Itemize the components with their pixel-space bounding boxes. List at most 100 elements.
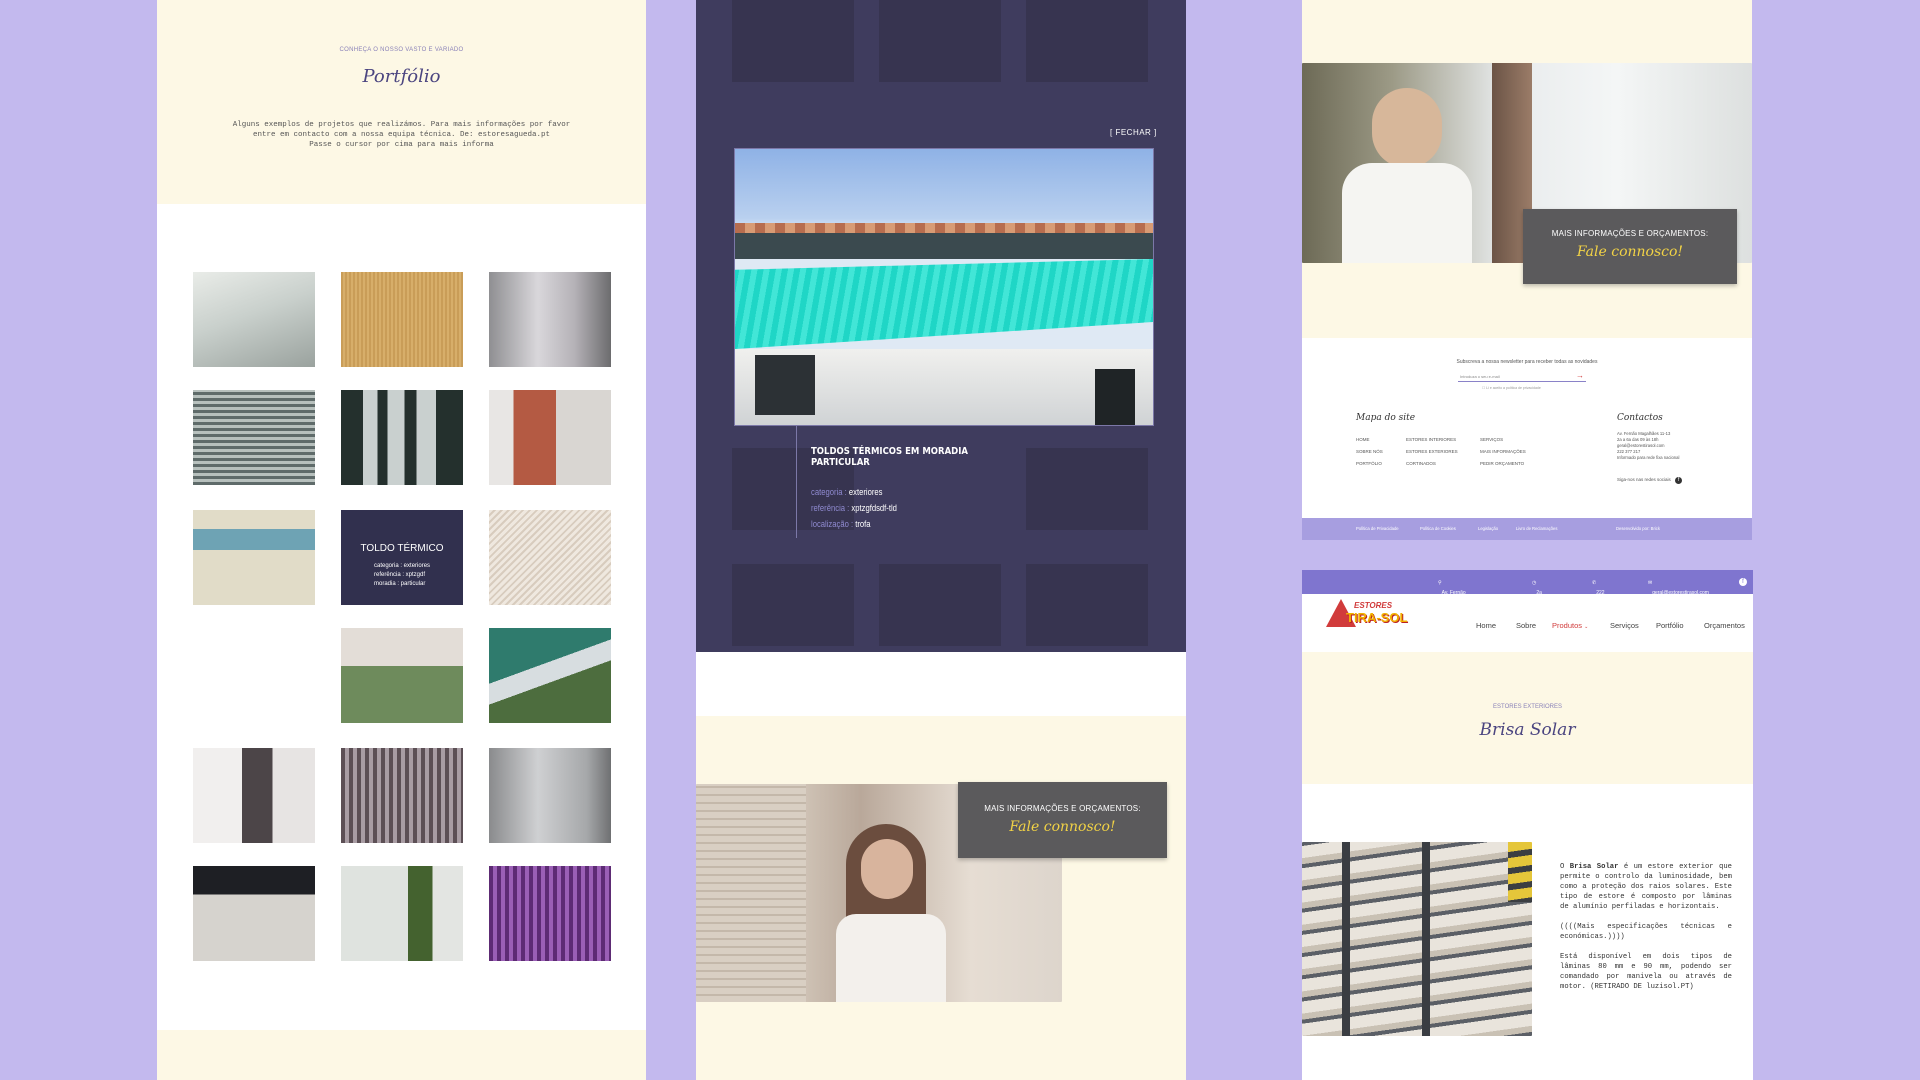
portfolio-thumb-green-awning[interactable] [489, 628, 611, 723]
sitemap-link[interactable]: HOME [1356, 434, 1383, 446]
value: xptzgfdsdf-tld [851, 503, 897, 513]
backdrop-thumb [1026, 564, 1148, 646]
credit-link[interactable]: Desenvolvido por: Brick [1616, 526, 1660, 531]
backdrop-thumb [732, 564, 854, 646]
sitemap-col-2: ESTORES INTERIORES ESTORES EXTERIORES CO… [1406, 434, 1458, 470]
top-info-bar: ⚲ Av. Fernão Magalhães, 11-13 ◷ 2a a 6a … [1302, 570, 1753, 620]
lightbox-image [734, 148, 1154, 426]
portfolio-title: Portfólio [362, 66, 441, 87]
nav-produtos[interactable]: Produtos ⌄ [1552, 621, 1588, 630]
hover-line: moradia : particular [374, 581, 426, 587]
nav-sobre[interactable]: Sobre [1516, 621, 1536, 630]
portfolio-thumb-grey-blind[interactable] [489, 748, 611, 843]
cta-section: MAIS INFORMAÇÕES E ORÇAMENTOS: Fale conn… [1302, 0, 1752, 338]
cta-box[interactable]: MAIS INFORMAÇÕES E ORÇAMENTOS: Fale conn… [1523, 209, 1737, 284]
logo-text-top: ESTORES [1354, 601, 1393, 610]
portfolio-kicker: CONHEÇA O NOSSO VASTO E VARIADO [339, 47, 464, 53]
newsletter-privacy-checkbox[interactable]: ☐ Li e aceito a política de privacidade [1482, 386, 1541, 390]
newsletter-placeholder: Introduza o seu e-mail [1460, 374, 1500, 379]
nav-home[interactable]: Home [1476, 621, 1496, 630]
text: O [1560, 863, 1570, 871]
product-page-mockup: ⚲ Av. Fernão Magalhães, 11-13 ◷ 2a a 6a … [1302, 570, 1753, 1080]
lightbox-category: categoria : exteriores [811, 484, 1002, 500]
footer-page-mockup: MAIS INFORMAÇÕES E ORÇAMENTOS: Fale conn… [1302, 0, 1752, 540]
value: exteriores [848, 487, 883, 497]
legal-link[interactable]: Política de Cookies [1420, 526, 1456, 531]
desc-line: Passe o cursor por cima para mais inform… [309, 141, 494, 149]
portfolio-thumb-living-room[interactable] [193, 272, 315, 367]
sitemap-link[interactable]: ESTORES EXTERIORES [1406, 446, 1458, 458]
cta-box[interactable]: MAIS INFORMAÇÕES E ORÇAMENTOS: Fale conn… [958, 782, 1167, 858]
portfolio-thumb-rolling-shutter[interactable] [193, 390, 315, 485]
sitemap-link[interactable]: SERVIÇOS [1480, 434, 1526, 446]
sitemap-col-3: SERVIÇOS MAIS INFORMAÇÕES PEDIR ORÇAMENT… [1480, 434, 1526, 470]
sitemap-link[interactable]: PORTFÓLIO [1356, 458, 1383, 470]
label: referência : [811, 503, 850, 513]
nav-portfolio[interactable]: Portfólio [1656, 621, 1684, 630]
desc-line: entre em contacto com a nossa equipa téc… [252, 131, 551, 139]
portfolio-thumb-exterior-wall[interactable] [193, 510, 315, 605]
hover-title: TOLDO TÉRMICO [360, 543, 444, 554]
newsletter-text: Subscreva a nossa newsletter para recebe… [1456, 359, 1598, 365]
portfolio-thumb-blackout-blind[interactable] [193, 866, 315, 961]
sitemap-col-1: HOME SOBRE NÓS PORTFÓLIO [1356, 434, 1383, 470]
topbar-item: ✆ 222 377 217 [1592, 580, 1605, 608]
sitemap-link[interactable]: SOBRE NÓS [1356, 446, 1383, 458]
portfolio-thumb-facade[interactable] [489, 390, 611, 485]
portfolio-thumb-sheer-curtains[interactable] [341, 748, 463, 843]
facebook-icon[interactable]: f [1675, 477, 1683, 484]
sitemap-link[interactable]: MAIS INFORMAÇÕES [1480, 446, 1526, 458]
arrow-right-icon[interactable]: → [1576, 371, 1584, 380]
portfolio-thumb-striped-awning[interactable] [193, 628, 315, 723]
backdrop-thumb [1026, 0, 1148, 82]
social-row: Siga-nos nas redes sociais f [1617, 477, 1683, 484]
lightbox-close-button[interactable]: [ FECHAR ] [1110, 128, 1157, 137]
sitemap-link[interactable]: ESTORES INTERIORES [1406, 434, 1458, 446]
portfolio-description: Alguns exemplos de projetos que realizám… [217, 120, 586, 150]
contact-line: Informado para rede fixa nacional [1617, 455, 1680, 460]
portfolio-thumb-curtain-grey[interactable] [193, 748, 315, 843]
product-description: O Brisa Solar é um estore exterior que p… [1560, 862, 1732, 1002]
legal-link[interactable]: Política de Privacidade [1356, 526, 1399, 531]
product-kicker: ESTORES EXTERIORES [1493, 704, 1562, 710]
product-photo-louvres [1302, 842, 1532, 1036]
legal-link[interactable]: Legislação [1478, 526, 1498, 531]
sitemap-link[interactable]: CORTINADOS [1406, 458, 1458, 470]
portfolio-thumb-toldo-termico[interactable]: TOLDO TÉRMICO categoria : exteriores ref… [341, 510, 463, 605]
product-title: Brisa Solar [1479, 720, 1576, 740]
nav-servicos[interactable]: Serviços [1610, 621, 1639, 630]
portfolio-footer-band [157, 1030, 646, 1080]
lightbox-page-mockup: [ FECHAR ] TOLDOS TÉRMICOS EM MORADIA PA… [696, 0, 1186, 1080]
nav-label: Produtos [1552, 621, 1583, 630]
portfolio-hero: CONHEÇA O NOSSO VASTO E VARIADO Portfóli… [157, 0, 646, 204]
lightbox-location: localização : trofa [811, 516, 1002, 532]
site-logo[interactable]: ESTORES TIRA-SOL [1326, 599, 1426, 631]
cta-label: MAIS INFORMAÇÕES E ORÇAMENTOS: [1551, 229, 1709, 238]
cta-link[interactable]: Fale connosco! [1523, 244, 1737, 260]
portfolio-thumb-patio-awning[interactable] [341, 628, 463, 723]
legal-link[interactable]: Livro de Reclamações [1516, 526, 1557, 531]
portfolio-thumb-white-curtains-plant[interactable] [341, 866, 463, 961]
portfolio-thumb-window-blind[interactable] [489, 272, 611, 367]
backdrop-thumb [879, 564, 1001, 646]
contacts-title: Contactos [1617, 413, 1663, 423]
logo-text-main: TIRA-SOL [1346, 610, 1408, 625]
portfolio-thumb-roller-blind-gold[interactable] [341, 272, 463, 367]
lightbox-backdrop: [ FECHAR ] TOLDOS TÉRMICOS EM MORADIA PA… [696, 0, 1186, 652]
label: categoria : [811, 487, 847, 497]
newsletter-email-input[interactable]: Introduza o seu e-mail → [1458, 371, 1586, 382]
nav-orcamentos[interactable]: Orçamentos [1704, 621, 1745, 630]
portfolio-thumb-skylight-blind[interactable] [489, 510, 611, 605]
cta-link[interactable]: Fale connosco! [958, 819, 1167, 835]
topbar-item: ⚲ Av. Fernão Magalhães, 11-13 [1438, 580, 1468, 608]
chevron-down-icon: ⌄ [1584, 624, 1589, 630]
value: trofa [855, 519, 871, 529]
portfolio-page-mockup: CONHEÇA O NOSSO VASTO E VARIADO Portfóli… [157, 0, 646, 1080]
contact-details: Av. Fernão Magalhães 11-13 2a a 6a das 0… [1617, 431, 1707, 461]
sitemap-link[interactable]: PEDIR ORÇAMENTO [1480, 458, 1526, 470]
portfolio-thumb-glass-doors[interactable] [341, 390, 463, 485]
portfolio-thumb-purple-curtains[interactable] [489, 866, 611, 961]
product-paragraph: ((((Mais especificações técnicas e econó… [1560, 923, 1732, 941]
product-paragraph: O Brisa Solar é um estore exterior que p… [1560, 862, 1732, 912]
facebook-icon[interactable]: f [1739, 578, 1747, 586]
